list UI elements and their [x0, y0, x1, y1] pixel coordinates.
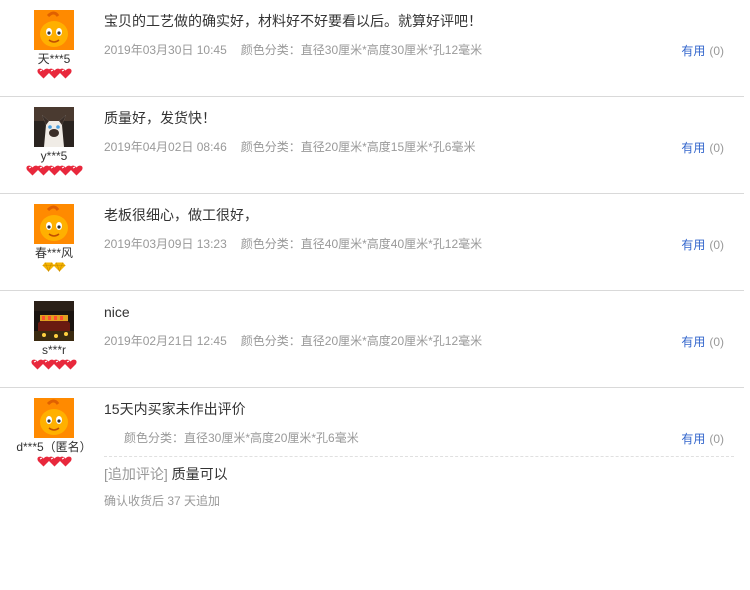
diamond-icon	[53, 262, 66, 272]
review-text: nice	[104, 304, 130, 320]
reviewer-info: 天***5	[0, 10, 108, 80]
review-meta: 颜色分类：直径30厘米*高度20厘米*孔6毫米	[104, 430, 734, 446]
avatar[interactable]	[34, 301, 74, 341]
review-item: y***5 质量好，发货快！ 2019年04月02日 08:46 颜色分类：直径2…	[0, 97, 744, 194]
reviewer-info: y***5	[0, 107, 108, 177]
review-content: 宝贝的工艺做的确实好，材料好不好要看以后。就算好评吧！ 2019年03月30日 …	[104, 12, 734, 58]
appended-review-line: [追加评论] 质量可以	[104, 465, 734, 483]
reviewer-info: 春***风	[0, 204, 108, 274]
useful-vote: 有用 (0)	[681, 238, 724, 252]
useful-button[interactable]: 有用	[681, 44, 705, 58]
rank-hearts	[0, 456, 108, 468]
rank-diamonds	[0, 262, 108, 274]
review-content: 质量好，发货快！ 2019年04月02日 08:46 颜色分类：直径20厘米*高度…	[104, 109, 734, 155]
reviewer-info: s***r	[0, 301, 108, 371]
append-tag: [追加评论]	[104, 466, 168, 482]
rank-hearts	[0, 359, 108, 371]
reviewer-name: 春***风	[34, 246, 73, 260]
review-meta: 2019年03月30日 10:45 颜色分类：直径30厘米*高度30厘米*孔12毫…	[104, 42, 734, 58]
heart-icon	[58, 456, 72, 467]
review-date: 2019年04月02日 08:46	[104, 140, 227, 154]
heart-icon	[64, 359, 77, 370]
sku-info: 颜色分类：直径30厘米*高度20厘米*孔6毫米	[124, 431, 359, 445]
review-meta: 2019年04月02日 08:46 颜色分类：直径20厘米*高度15厘米*孔6毫米	[104, 139, 734, 155]
useful-count: (0)	[709, 335, 724, 349]
useful-vote: 有用 (0)	[681, 335, 724, 349]
rank-hearts	[0, 68, 108, 80]
reviewer-info: d***5（匿名）	[0, 398, 108, 468]
avatar[interactable]	[34, 10, 74, 50]
useful-button[interactable]: 有用	[681, 335, 705, 349]
avatar[interactable]	[34, 398, 74, 438]
review-meta: 2019年02月21日 12:45 颜色分类：直径20厘米*高度20厘米*孔12毫…	[104, 333, 734, 349]
review-item: s***r nice 2019年02月21日 12:45 颜色分类：直径20厘米*…	[0, 291, 744, 388]
useful-count: (0)	[709, 432, 724, 446]
review-content: 老板很细心，做工很好， 2019年03月09日 13:23 颜色分类：直径40厘米…	[104, 206, 734, 252]
reviewer-name: 天***5	[37, 52, 71, 66]
useful-count: (0)	[709, 44, 724, 58]
appended-review-text: 质量可以	[171, 466, 228, 482]
sku-info: 颜色分类：直径30厘米*高度30厘米*孔12毫米	[240, 43, 483, 57]
review-content: 15天内买家未作出评价 颜色分类：直径30厘米*高度20厘米*孔6毫米 [追加评…	[104, 400, 734, 509]
review-item: 天***5 宝贝的工艺做的确实好，材料好不好要看以后。就算好评吧！ 2019年0…	[0, 0, 744, 97]
review-text: 宝贝的工艺做的确实好，材料好不好要看以后。就算好评吧！	[104, 13, 482, 29]
reviewer-name: y***5	[40, 149, 68, 163]
useful-count: (0)	[709, 238, 724, 252]
avatar[interactable]	[34, 204, 74, 244]
sku-info: 颜色分类：直径20厘米*高度15厘米*孔6毫米	[240, 140, 476, 154]
review-date: 2019年02月21日 12:45	[104, 334, 227, 348]
useful-count: (0)	[709, 141, 724, 155]
useful-button[interactable]: 有用	[681, 238, 705, 252]
reviewer-name: d***5（匿名）	[16, 440, 92, 454]
useful-button[interactable]: 有用	[681, 432, 705, 446]
useful-vote: 有用 (0)	[681, 432, 724, 446]
cat-photo-icon	[34, 107, 74, 147]
review-date: 2019年03月09日 13:23	[104, 237, 227, 251]
taobao-mascot-icon	[34, 10, 74, 50]
avatar[interactable]	[34, 107, 74, 147]
review-date: 2019年03月30日 10:45	[104, 43, 227, 57]
sku-info: 颜色分类：直径40厘米*高度40厘米*孔12毫米	[240, 237, 483, 251]
reviewer-name: s***r	[41, 343, 66, 357]
heart-icon	[69, 165, 83, 176]
useful-vote: 有用 (0)	[681, 141, 724, 155]
taobao-mascot-icon	[34, 204, 74, 244]
review-meta: 2019年03月09日 13:23 颜色分类：直径40厘米*高度40厘米*孔12毫…	[104, 236, 734, 252]
review-text: 老板很细心，做工很好，	[104, 207, 258, 223]
review-text: 15天内买家未作出评价	[104, 401, 246, 417]
append-time: 确认收货后 37 天追加	[104, 494, 221, 508]
night-scene-photo-icon	[34, 301, 74, 341]
taobao-mascot-icon	[34, 398, 74, 438]
review-text: 质量好，发货快！	[104, 110, 216, 126]
rank-hearts	[0, 165, 108, 177]
review-content: nice 2019年02月21日 12:45 颜色分类：直径20厘米*高度20厘米…	[104, 303, 734, 349]
review-item: 春***风 老板很细心，做工很好， 2019年03月09日 13:23 颜色分类：…	[0, 194, 744, 291]
appended-review: [追加评论] 质量可以 确认收货后 37 天追加	[104, 456, 734, 509]
useful-vote: 有用 (0)	[681, 44, 724, 58]
heart-icon	[58, 68, 72, 79]
useful-button[interactable]: 有用	[681, 141, 705, 155]
sku-info: 颜色分类：直径20厘米*高度20厘米*孔12毫米	[240, 334, 483, 348]
